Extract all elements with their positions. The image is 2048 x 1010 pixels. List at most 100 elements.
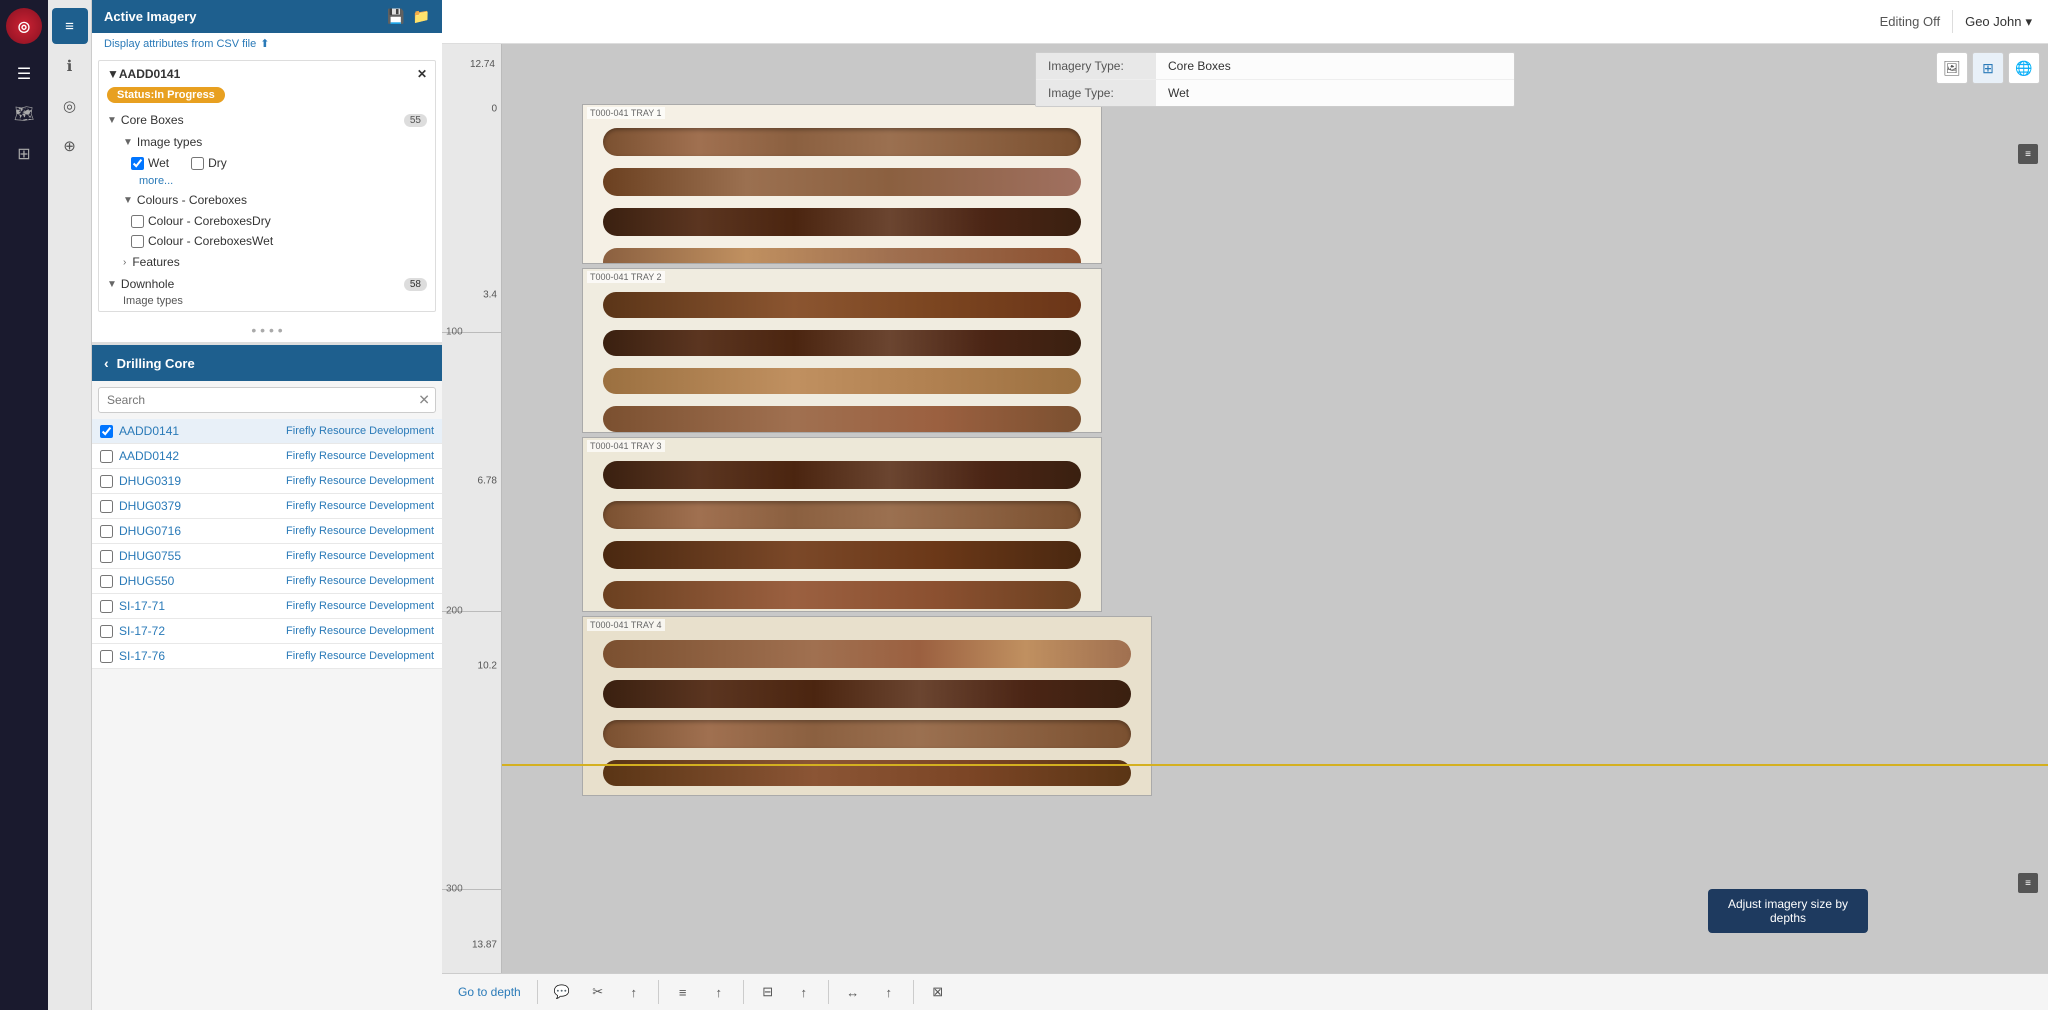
search-input[interactable] bbox=[98, 387, 436, 413]
core-tray-3: T000-041 TRAY 3 bbox=[582, 437, 1102, 612]
layers-tool[interactable]: ⊕ bbox=[52, 128, 88, 164]
drilling-list-item[interactable]: DHUG0319 Firefly Resource Development bbox=[92, 469, 442, 494]
globe-view-btn[interactable]: 🌐 bbox=[2008, 52, 2040, 84]
item-checkbox-dhug0379[interactable] bbox=[100, 500, 113, 513]
drilling-list-item[interactable]: AADD0142 Firefly Resource Development bbox=[92, 444, 442, 469]
item-checkbox-aadd0141[interactable] bbox=[100, 425, 113, 438]
info-tool[interactable]: ℹ bbox=[52, 48, 88, 84]
tray-label-2: T000-041 TRAY 2 bbox=[587, 271, 665, 283]
up-tool-3[interactable]: ↑ bbox=[788, 978, 820, 1006]
back-chevron-icon: ‹ bbox=[104, 355, 109, 371]
drilling-list-item[interactable]: SI-17-71 Firefly Resource Development bbox=[92, 594, 442, 619]
item-id-dhug0755: DHUG0755 bbox=[119, 549, 189, 563]
more-link[interactable]: more... bbox=[131, 173, 435, 189]
drilling-list-item[interactable]: DHUG0379 Firefly Resource Development bbox=[92, 494, 442, 519]
wet-checkbox[interactable] bbox=[131, 157, 144, 170]
scroll-up-btn[interactable]: ≡ bbox=[2018, 144, 2038, 164]
core-block-1: T000-041 TRAY 1 T000-041 TRAY 2 bbox=[582, 104, 1102, 798]
item-checkbox-dhug550[interactable] bbox=[100, 575, 113, 588]
colours-chevron: ▼ bbox=[123, 195, 133, 206]
item-org-si1776: Firefly Resource Development bbox=[195, 650, 434, 662]
drilling-list-item[interactable]: DHUG550 Firefly Resource Development bbox=[92, 569, 442, 594]
core-boxes-section[interactable]: ▼ Core Boxes 55 bbox=[99, 109, 435, 131]
nav-layers-icon[interactable]: ⊞ bbox=[6, 136, 42, 172]
up-arrow-tool[interactable]: ↑ bbox=[618, 978, 650, 1006]
item-id-dhug0716: DHUG0716 bbox=[119, 524, 189, 538]
yellow-depth-line bbox=[502, 764, 2048, 766]
separator: • • • • bbox=[92, 318, 442, 342]
cut-tool[interactable]: ✂ bbox=[582, 978, 614, 1006]
csv-link[interactable]: Display attributes from CSV file ⬆ bbox=[92, 33, 442, 54]
colour-wet-checkbox[interactable] bbox=[131, 235, 144, 248]
image-types-downhole: Image types bbox=[99, 295, 435, 311]
scroll-down-btn[interactable]: ≡ bbox=[2018, 873, 2038, 893]
search-clear-icon[interactable]: ✕ bbox=[418, 392, 430, 409]
core-sample-row bbox=[603, 680, 1131, 708]
nav-menu-icon[interactable]: ☰ bbox=[6, 56, 42, 92]
core-tray-1: T000-041 TRAY 1 bbox=[582, 104, 1102, 264]
image-type-options: Wet Dry more... bbox=[115, 153, 435, 189]
depth-mark-34: 3.4 bbox=[483, 289, 497, 300]
nav-image-icon[interactable]: 🗺 bbox=[6, 96, 42, 132]
item-org-aadd0142: Firefly Resource Development bbox=[195, 450, 434, 462]
image-types-row[interactable]: ▼ Image types bbox=[115, 131, 435, 153]
drilling-list-item[interactable]: DHUG0755 Firefly Resource Development bbox=[92, 544, 442, 569]
imagery-item-id: AADD0141 bbox=[119, 67, 180, 81]
core-sample-row bbox=[603, 248, 1081, 264]
core-viewer[interactable]: Imagery Type: Core Boxes Image Type: Wet… bbox=[502, 44, 2048, 973]
item-checkbox-dhug0716[interactable] bbox=[100, 525, 113, 538]
depth-mark-1387: 13.87 bbox=[472, 940, 497, 951]
grid-view-btn[interactable]: ⊞ bbox=[1972, 52, 2004, 84]
dry-checkbox-label[interactable]: Dry bbox=[191, 156, 227, 170]
item-checkbox-si1771[interactable] bbox=[100, 600, 113, 613]
drilling-core-header[interactable]: ‹ Drilling Core bbox=[92, 345, 442, 381]
depth-mark-102: 10.2 bbox=[478, 661, 497, 672]
user-menu[interactable]: Geo John ▾ bbox=[1965, 14, 2032, 30]
adjust-tooltip: Adjust imagery size by depths bbox=[1708, 889, 1868, 933]
toolbar-divider-2 bbox=[658, 980, 659, 1004]
features-row[interactable]: › Features bbox=[115, 251, 435, 273]
popup-image-type-row: Image Type: Wet bbox=[1036, 80, 1514, 106]
align-tool[interactable]: ≡ bbox=[667, 978, 699, 1006]
goto-depth-link[interactable]: Go to depth bbox=[450, 981, 529, 1003]
ruler-200: 200 bbox=[446, 605, 463, 616]
save-icon[interactable]: 💾 bbox=[387, 8, 404, 25]
item-checkbox-si1776[interactable] bbox=[100, 650, 113, 663]
folder-icon[interactable]: 📁 bbox=[413, 8, 430, 25]
colours-section-row[interactable]: ▼ Colours - Coreboxes bbox=[115, 189, 435, 211]
dry-checkbox[interactable] bbox=[191, 157, 204, 170]
drilling-list-item[interactable]: SI-17-76 Firefly Resource Development bbox=[92, 644, 442, 669]
image-view-btn[interactable]: 🖼 bbox=[1936, 52, 1968, 84]
colour-dry-label: Colour - CoreboxesDry bbox=[148, 214, 271, 228]
imagery-item-header[interactable]: ▼ AADD0141 ✕ bbox=[99, 61, 435, 87]
item-checkbox-dhug0319[interactable] bbox=[100, 475, 113, 488]
app-logo[interactable]: ◎ bbox=[6, 8, 42, 44]
drilling-list: AADD0141 Firefly Resource Development AA… bbox=[92, 419, 442, 1010]
toolbar-divider-4 bbox=[828, 980, 829, 1004]
colour-dry-row: Colour - CoreboxesDry bbox=[131, 211, 435, 231]
drilling-list-item[interactable]: SI-17-72 Firefly Resource Development bbox=[92, 619, 442, 644]
close-icon[interactable]: ✕ bbox=[417, 67, 427, 81]
item-checkbox-dhug0755[interactable] bbox=[100, 550, 113, 563]
wet-checkbox-label[interactable]: Wet bbox=[131, 156, 169, 170]
comment-tool[interactable]: 💬 bbox=[546, 978, 578, 1006]
user-name: Geo John bbox=[1965, 14, 2021, 29]
drilling-list-item[interactable]: DHUG0716 Firefly Resource Development bbox=[92, 519, 442, 544]
expand-tool[interactable]: ↔ bbox=[837, 978, 869, 1006]
up-tool-2[interactable]: ↑ bbox=[703, 978, 735, 1006]
drilling-list-item[interactable]: AADD0141 Firefly Resource Development bbox=[92, 419, 442, 444]
box-tool[interactable]: ⊠ bbox=[922, 978, 954, 1006]
item-id-dhug0379: DHUG0379 bbox=[119, 499, 189, 513]
minus-tool[interactable]: ⊟ bbox=[752, 978, 784, 1006]
up-tool-4[interactable]: ↑ bbox=[873, 978, 905, 1006]
item-checkbox-si1772[interactable] bbox=[100, 625, 113, 638]
view-controls: 🖼 ⊞ 🌐 bbox=[1936, 52, 2040, 84]
item-org-dhug0755: Firefly Resource Development bbox=[195, 550, 434, 562]
downhole-chevron: ▼ bbox=[107, 279, 117, 290]
colour-dry-checkbox[interactable] bbox=[131, 215, 144, 228]
list-tool[interactable]: ≡ bbox=[52, 8, 88, 44]
downhole-section[interactable]: ▼ Downhole 58 bbox=[99, 273, 435, 295]
item-checkbox-aadd0142[interactable] bbox=[100, 450, 113, 463]
brain-tool[interactable]: ◎ bbox=[52, 88, 88, 124]
user-chevron-icon: ▾ bbox=[2025, 14, 2032, 30]
